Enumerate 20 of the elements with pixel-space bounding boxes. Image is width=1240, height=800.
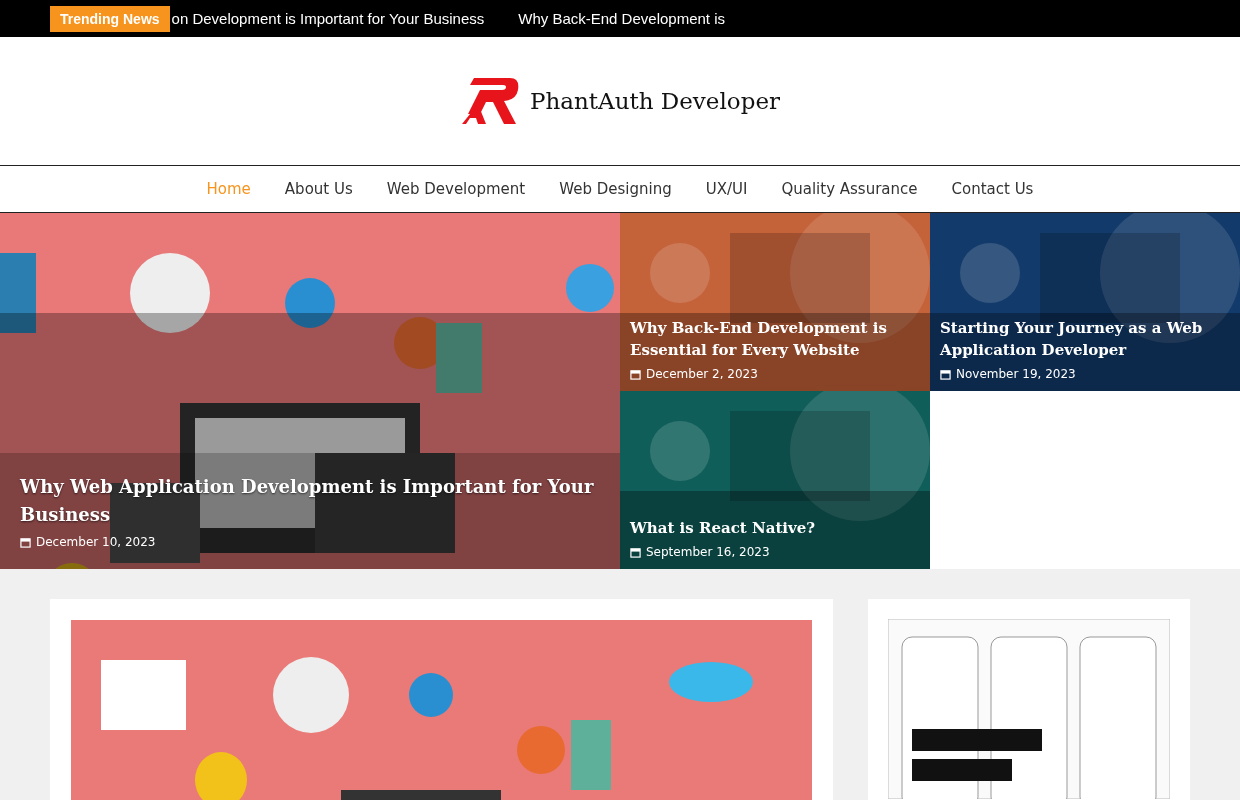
ticker-headline[interactable]: on Development is Important for Your Business <box>171 0 485 37</box>
nav-link[interactable]: Web Designing <box>559 180 672 198</box>
post-date[interactable]: November 19, 2023 <box>956 367 1076 381</box>
nav-link[interactable]: About Us <box>284 180 353 198</box>
post-date[interactable]: December 2, 2023 <box>646 367 758 381</box>
ticker-headline[interactable]: Why Back-End Development is <box>518 0 725 37</box>
nav-link[interactable]: Web Development <box>386 180 526 198</box>
post-title[interactable]: Why Back-End Development is Essential for Every Website <box>630 317 920 361</box>
nav-link[interactable]: UX/UI <box>705 180 748 198</box>
calendar-icon <box>630 368 641 380</box>
post-title[interactable]: What is React Native? <box>630 517 920 539</box>
trending-badge: Trending News <box>50 5 170 32</box>
post-date[interactable]: September 16, 2023 <box>646 545 770 559</box>
nav-link[interactable]: Quality Assurance <box>781 180 918 198</box>
site-logo-text[interactable]: PhantAuth Developer <box>529 88 780 114</box>
calendar-icon <box>630 546 641 558</box>
nav-link[interactable]: Contact Us <box>951 180 1034 198</box>
post-title[interactable]: Starting Your Journey as a Web Application Developer <box>940 317 1230 361</box>
calendar-icon <box>940 368 951 380</box>
logo-icon[interactable] <box>459 76 520 126</box>
